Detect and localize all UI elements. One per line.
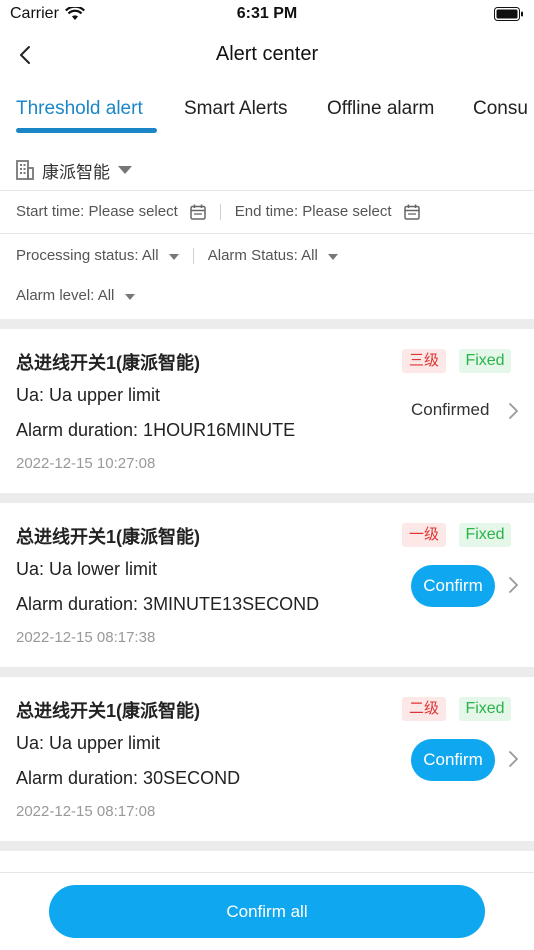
alarm-description: Ua: Ua upper limit [16,733,161,753]
page-title: Alert center [215,43,319,65]
tab-bar: Threshold alert Smart Alerts Offline ala… [0,88,534,138]
alarm-level-badge: 二级 [402,697,446,721]
building-icon [16,160,34,180]
tab-threshold-alert[interactable]: Threshold alert [16,98,143,120]
start-time-filter[interactable]: Start time: Please select [16,203,178,220]
active-tab-indicator [16,128,157,133]
org-selector[interactable]: 康派智能 [16,156,132,184]
alarm-description: Ua: Ua lower limit [16,559,158,579]
processing-status-value: All [141,247,159,264]
org-name: 康派智能 [42,162,110,182]
confirmed-status: Confirmed [411,400,490,419]
tab-smart-alerts[interactable]: Smart Alerts [184,98,287,120]
nav-bar: Alert center [0,28,534,82]
chevron-right-icon[interactable] [505,401,521,421]
divider [192,247,194,264]
alarm-level-label: Alarm level: [16,287,95,304]
alarm-level-filter[interactable]: Alarm level: All [16,287,135,304]
device-name: 总进线开关1(康派智能) [16,353,200,373]
clock: 6:31 PM [236,5,298,22]
confirm-all-button[interactable]: Confirm all [49,885,485,938]
chevron-right-icon[interactable] [505,575,521,595]
processing-status-label: Processing status: [16,247,139,264]
alarm-duration: Alarm duration: 3MINUTE13SECOND [16,594,320,614]
time-filter-row: Start time: Please select End time: Plea… [16,203,420,220]
end-time-filter[interactable]: End time: Please select [235,203,392,220]
end-time-label: End time: [234,203,299,220]
chevron-right-icon[interactable] [505,749,521,769]
chevron-down-icon [124,294,135,300]
alarm-status-value: All [301,247,318,264]
alert-card[interactable]: 总进线开关1(康派智能) 二级 Fixed Ua: Ua upper limit… [0,677,534,841]
tab-offline-alarm[interactable]: Offline alarm [327,98,434,120]
divider [0,190,534,191]
alarm-status-filter[interactable]: Alarm Status: All [208,247,338,264]
calendar-icon[interactable] [190,204,206,220]
section-gap [0,667,534,677]
alarm-timestamp: 2022-12-15 08:17:08 [16,803,156,820]
confirm-button[interactable]: Confirm [411,565,495,607]
device-name: 总进线开关1(康派智能) [16,527,200,547]
status-badge: Fixed [459,697,511,721]
alarm-duration: Alarm duration: 1HOUR16MINUTE [16,420,296,440]
alarm-level-badge: 三级 [402,349,446,373]
alert-card[interactable]: 总进线开关1(康派智能) 一级 Fixed Ua: Ua lower limit… [0,503,534,667]
divider [0,233,534,234]
status-filter-row: Processing status: All Alarm Status: All [16,247,338,264]
chevron-down-icon [118,166,132,174]
end-time-value: Please select [302,203,392,220]
device-name: 总进线开关1(康派智能) [16,701,200,721]
chevron-down-icon [327,254,338,260]
level-filter-row: Alarm level: All [16,287,135,304]
status-badge: Fixed [459,349,511,373]
alarm-status-label: Alarm Status: [207,247,298,264]
status-badge: Fixed [459,523,511,547]
section-gap [0,319,534,329]
divider [219,203,221,220]
section-gap [0,841,534,851]
alarm-timestamp: 2022-12-15 08:17:38 [16,629,156,646]
alarm-level-value: All [97,287,115,304]
tab-consumption[interactable]: Consu [473,98,528,120]
start-time-label: Start time: [16,203,85,220]
processing-status-filter[interactable]: Processing status: All [16,247,179,264]
alarm-level-badge: 一级 [402,523,446,547]
alarm-timestamp: 2022-12-15 10:27:08 [16,455,156,472]
confirm-button[interactable]: Confirm [411,739,495,781]
start-time-value: Please select [88,203,178,220]
alarm-duration: Alarm duration: 30SECOND [16,768,241,788]
section-gap [0,493,534,503]
alarm-description: Ua: Ua upper limit [16,385,161,405]
chevron-down-icon [168,254,179,260]
status-bar: Carrier 6:31 PM [0,0,534,28]
calendar-icon[interactable] [403,204,420,220]
bottom-action-bar: Confirm all [0,872,534,950]
alert-card[interactable]: 总进线开关1(康派智能) 三级 Fixed Ua: Ua upper limit… [0,329,534,493]
battery-icon [494,7,524,26]
